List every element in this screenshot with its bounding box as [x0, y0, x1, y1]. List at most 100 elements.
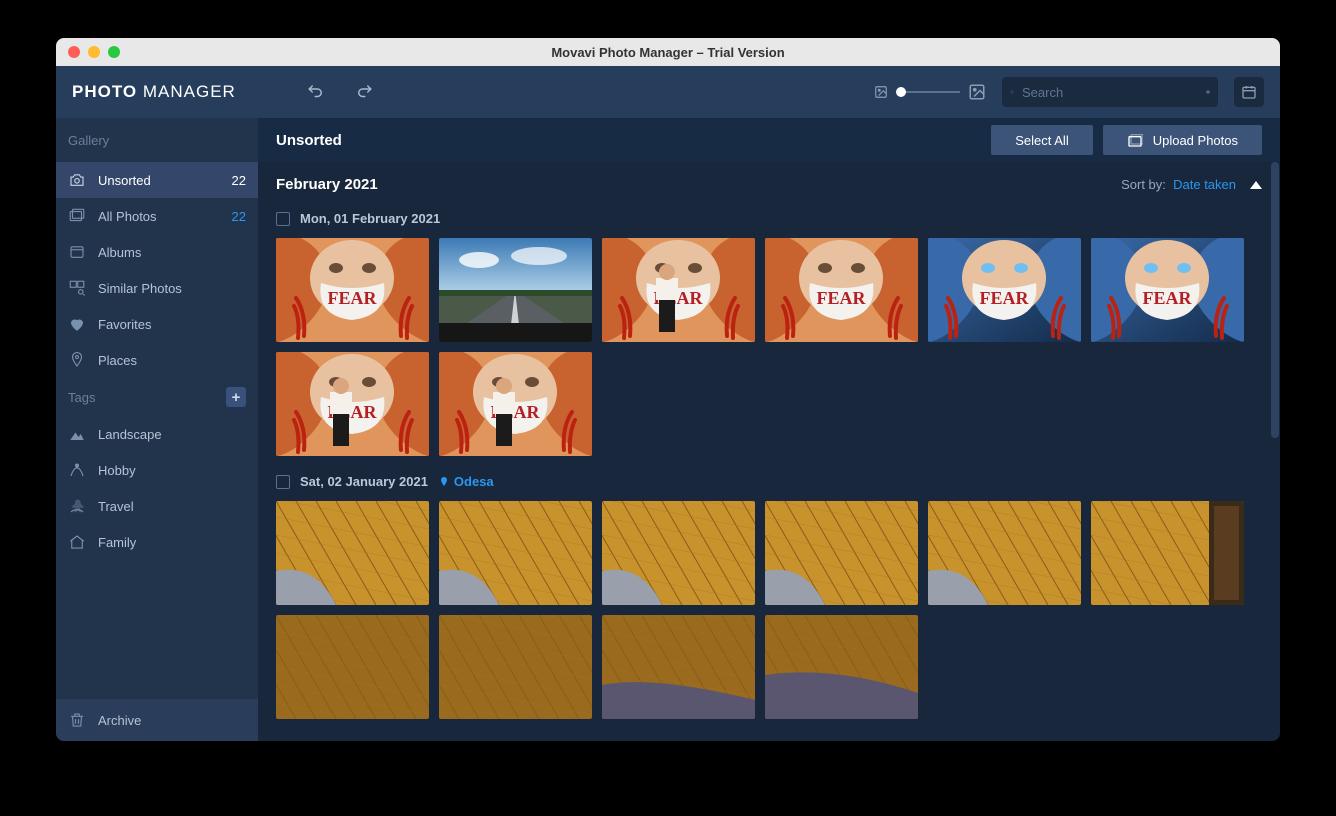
photo-thumbnail[interactable] [765, 615, 918, 719]
sidebar-tag-travel[interactable]: Travel [56, 488, 258, 524]
heart-icon [68, 315, 86, 333]
calendar-button[interactable] [1234, 77, 1264, 107]
day-checkbox[interactable] [276, 212, 290, 226]
sidebar-item-label: Places [98, 353, 137, 368]
main: Gallery Unsorted 22 All Photos 22 Albums… [56, 118, 1280, 741]
photo-thumbnail[interactable] [765, 501, 918, 605]
brand-bold: PHOTO [72, 82, 137, 101]
photo-thumbnail[interactable] [276, 615, 429, 719]
sort-value-link[interactable]: Date taken [1173, 177, 1236, 192]
photo-thumbnail[interactable] [439, 501, 592, 605]
calendar-icon [1241, 84, 1257, 100]
sidebar-item-count: 22 [232, 173, 246, 188]
photo-thumbnail[interactable] [439, 615, 592, 719]
search-box[interactable] [1002, 77, 1218, 107]
window-title: Movavi Photo Manager – Trial Version [56, 45, 1280, 60]
sidebar-item-similar-photos[interactable]: Similar Photos [56, 270, 258, 306]
sidebar-tag-label: Family [98, 535, 136, 550]
clear-search-icon[interactable] [1206, 85, 1210, 99]
content-scroll[interactable]: February 2021 Sort by: Date taken Mon, 0… [258, 162, 1280, 741]
sidebar-item-places[interactable]: Places [56, 342, 258, 378]
sort-direction-toggle[interactable] [1250, 181, 1262, 189]
app-window: Movavi Photo Manager – Trial Version PHO… [56, 38, 1280, 741]
minimize-window-button[interactable] [88, 46, 100, 58]
day-label: Sat, 02 January 2021 [300, 474, 428, 489]
sidebar-item-label: Albums [98, 245, 141, 260]
maximize-window-button[interactable] [108, 46, 120, 58]
brand: PHOTO MANAGER [72, 82, 236, 102]
upload-photos-button[interactable]: Upload Photos [1103, 125, 1262, 155]
photo-thumbnail[interactable]: FEAR [276, 352, 429, 456]
photo-thumbnail[interactable]: FEAR [765, 238, 918, 342]
thumbnail-grid [276, 501, 1262, 719]
svg-text:FEAR: FEAR [980, 288, 1030, 308]
photo-thumbnail[interactable] [1091, 501, 1244, 605]
photo-thumbnail[interactable] [602, 615, 755, 719]
content-area: Unsorted Select All Upload Photos Februa… [258, 118, 1280, 741]
select-all-button[interactable]: Select All [991, 125, 1092, 155]
close-window-button[interactable] [68, 46, 80, 58]
location-pin-icon [438, 476, 450, 488]
undo-button[interactable] [300, 76, 332, 108]
search-icon [1010, 85, 1014, 99]
sidebar: Gallery Unsorted 22 All Photos 22 Albums… [56, 118, 258, 741]
titlebar: Movavi Photo Manager – Trial Version [56, 38, 1280, 66]
month-row: February 2021 Sort by: Date taken [276, 176, 1262, 193]
family-icon [68, 533, 86, 551]
svg-text:FEAR: FEAR [1143, 288, 1193, 308]
sidebar-tags-header: Tags + [56, 378, 258, 416]
sidebar-item-albums[interactable]: Albums [56, 234, 258, 270]
sidebar-tag-label: Hobby [98, 463, 136, 478]
sidebar-item-all-photos[interactable]: All Photos 22 [56, 198, 258, 234]
redo-button[interactable] [348, 76, 380, 108]
scrollbar-thumb[interactable] [1271, 162, 1279, 438]
day-row: Sat, 02 January 2021 Odesa [276, 474, 1262, 489]
hobby-icon [68, 461, 86, 479]
upload-label: Upload Photos [1153, 133, 1238, 148]
photos-icon [68, 207, 86, 225]
album-icon [68, 243, 86, 261]
photo-thumbnail[interactable] [928, 501, 1081, 605]
photo-thumbnail[interactable]: FEAR [1091, 238, 1244, 342]
add-tag-button[interactable]: + [226, 387, 246, 407]
sidebar-archive[interactable]: Archive [56, 699, 258, 741]
traffic-lights [56, 46, 120, 58]
toolbar: PHOTO MANAGER [56, 66, 1280, 118]
photo-thumbnail[interactable] [276, 501, 429, 605]
sidebar-item-unsorted[interactable]: Unsorted 22 [56, 162, 258, 198]
travel-icon [68, 497, 86, 515]
photo-thumbnail[interactable]: FEAR [928, 238, 1081, 342]
sidebar-tag-label: Travel [98, 499, 134, 514]
redo-icon [355, 83, 373, 101]
sidebar-item-favorites[interactable]: Favorites [56, 306, 258, 342]
sidebar-tag-hobby[interactable]: Hobby [56, 452, 258, 488]
day-location[interactable]: Odesa [438, 474, 494, 489]
day-label: Mon, 01 February 2021 [300, 211, 440, 226]
similar-icon [68, 279, 86, 297]
upload-icon [1127, 132, 1143, 148]
day-checkbox[interactable] [276, 475, 290, 489]
sidebar-item-count: 22 [232, 209, 246, 224]
thumbnail-size-control[interactable] [874, 83, 986, 101]
trash-icon [68, 711, 86, 729]
sidebar-tag-landscape[interactable]: Landscape [56, 416, 258, 452]
sidebar-tag-label: Landscape [98, 427, 162, 442]
undo-icon [307, 83, 325, 101]
content-header: Unsorted Select All Upload Photos [258, 118, 1280, 162]
thumbnail-size-slider[interactable] [896, 91, 960, 93]
photo-thumbnail[interactable] [439, 238, 592, 342]
photo-thumbnail[interactable] [602, 501, 755, 605]
sidebar-gallery-header: Gallery [56, 118, 258, 162]
photo-thumbnail[interactable]: FEAR [602, 238, 755, 342]
month-title: February 2021 [276, 176, 378, 193]
photo-thumbnail[interactable]: FEAR [276, 238, 429, 342]
sidebar-item-label: Unsorted [98, 173, 151, 188]
sort-label: Sort by: [1121, 177, 1166, 192]
landscape-icon [68, 425, 86, 443]
sidebar-tag-family[interactable]: Family [56, 524, 258, 560]
photo-thumbnail[interactable]: FEAR [439, 352, 592, 456]
archive-label: Archive [98, 713, 141, 728]
search-input[interactable] [1022, 85, 1198, 100]
tags-header-label: Tags [68, 390, 95, 405]
sidebar-item-label: Favorites [98, 317, 151, 332]
